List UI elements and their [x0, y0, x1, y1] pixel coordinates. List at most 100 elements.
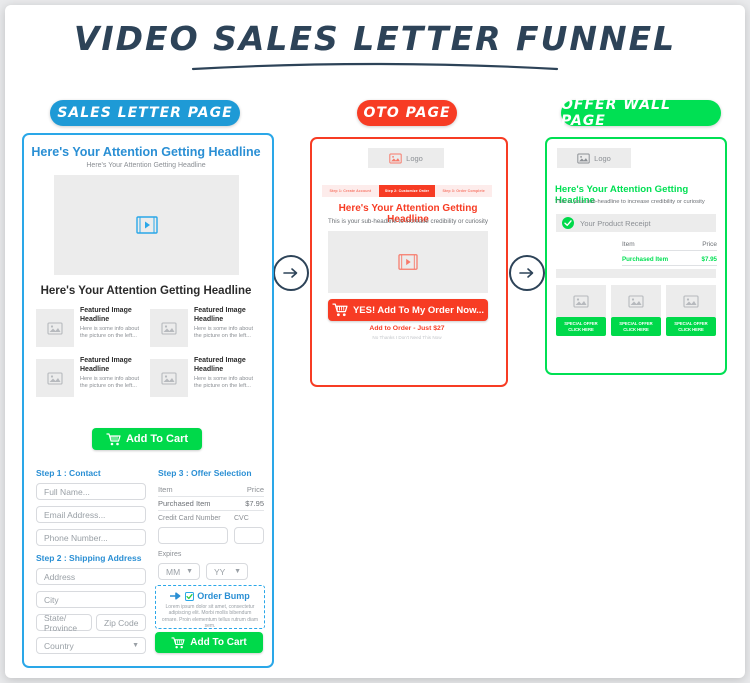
- arrow-right-icon: [273, 255, 309, 291]
- arrow-right-icon: [170, 592, 182, 600]
- oto-sub-headline: This is your sub-headline to increase cr…: [328, 218, 488, 225]
- oto-decline-link[interactable]: No Thanks I Don't Need This Now: [312, 335, 502, 340]
- offer-item-price: $7.95: [245, 499, 264, 508]
- offer-table-row: Purchased Item $7.95: [158, 497, 264, 511]
- oto-cta-label: YES! Add To My Order Now...: [352, 304, 485, 316]
- expiry-year-value: YY: [214, 566, 226, 577]
- wall-table-header: Item Price: [622, 238, 717, 251]
- page-title: VIDEO SALES LETTER FUNNEL: [73, 19, 677, 58]
- add-to-cart-button-bottom[interactable]: Add To Cart: [155, 632, 263, 653]
- sales-headline: Here's Your Attention Getting Headline: [31, 145, 261, 159]
- add-to-cart-label: Add To Cart: [190, 637, 247, 648]
- featured-desc: Here is some info about the picture on t…: [194, 326, 254, 339]
- wall-table-row: Purchased Item $7.95: [622, 253, 717, 266]
- order-bump-box[interactable]: Order Bump Lorem ipsum dolor sit amet, c…: [155, 585, 265, 629]
- featured-title: Featured Image Headline: [194, 307, 246, 323]
- sales-letter-page-panel: Here's Your Attention Getting Headline H…: [22, 133, 274, 668]
- wall-logo: Logo: [557, 148, 631, 168]
- cvc-input[interactable]: [234, 527, 264, 544]
- special-offer-button[interactable]: SPECIAL OFFER CLICK HERE: [611, 317, 661, 336]
- state-input[interactable]: State/ Province: [36, 613, 92, 633]
- image-placeholder-icon: [611, 285, 661, 317]
- image-placeholder-icon: [36, 359, 74, 397]
- arrow-right-icon: [509, 255, 545, 291]
- full-name-input[interactable]: Full Name...: [36, 483, 146, 500]
- special-offer-button[interactable]: SPECIAL OFFER CLICK HERE: [556, 317, 606, 336]
- oto-page-panel: Logo Step 1: Create Account Step 2: Cust…: [310, 137, 508, 387]
- special-offer-line2: CLICK HERE: [623, 326, 649, 332]
- credit-card-label: Credit Card Number: [158, 515, 221, 522]
- credit-card-input[interactable]: [158, 527, 228, 544]
- expiry-year-select[interactable]: YY ▼: [206, 563, 248, 580]
- shopping-cart-icon: [171, 636, 185, 648]
- expiry-month-select[interactable]: MM ▼: [158, 563, 200, 580]
- special-offer-button[interactable]: SPECIAL OFFER CLICK HERE: [666, 317, 716, 336]
- image-placeholder-icon: [150, 309, 188, 347]
- address-input[interactable]: Address: [36, 568, 146, 585]
- offer-card: SPECIAL OFFER CLICK HERE: [611, 285, 661, 336]
- order-bump-title: Order Bump: [197, 591, 250, 601]
- chevron-down-icon: ▼: [234, 568, 241, 575]
- email-input[interactable]: Email Address...: [36, 506, 146, 523]
- offer-col-item: Item: [158, 485, 173, 494]
- wall-divider-bar: [556, 269, 716, 278]
- check-circle-icon: [562, 217, 574, 229]
- offer-col-price: Price: [246, 485, 264, 494]
- featured-desc: Here is some info about the picture on t…: [80, 326, 140, 339]
- oto-logo-label: Logo: [406, 153, 423, 163]
- add-to-cart-label: Add To Cart: [125, 433, 189, 445]
- offer-card: SPECIAL OFFER CLICK HERE: [666, 285, 716, 336]
- badge-offer-wall-page: OFFER WALL PAGE: [561, 97, 721, 129]
- checkbox-checked-icon[interactable]: [185, 591, 195, 601]
- country-select-value: Country: [44, 640, 74, 651]
- offer-table-header: Item Price: [158, 483, 264, 497]
- wall-sub-headline: This is your sub-headline to increase cr…: [555, 199, 705, 205]
- zip-input[interactable]: Zip Code: [96, 614, 146, 631]
- wall-item-price: $7.95: [701, 255, 717, 263]
- step1-title: Step 1 : Contact: [36, 468, 101, 478]
- offer-card: SPECIAL OFFER CLICK HERE: [556, 285, 606, 336]
- video-player-icon: [135, 216, 158, 234]
- add-to-cart-button[interactable]: Add To Cart: [92, 428, 202, 450]
- oto-video-placeholder[interactable]: [328, 231, 488, 293]
- featured-item: Featured Image Headline Here is some inf…: [36, 307, 146, 349]
- featured-desc: Here is some info about the picture on t…: [80, 376, 140, 389]
- cvc-label: CVC: [234, 515, 249, 522]
- city-input[interactable]: City: [36, 591, 146, 608]
- oto-logo: Logo: [368, 148, 444, 168]
- image-placeholder-icon: [556, 285, 606, 317]
- oto-step-2[interactable]: Step 2: Customize Order: [378, 185, 436, 197]
- sales-section-headline: Here's Your Attention Getting Headline: [40, 285, 252, 297]
- oto-step-1[interactable]: Step 1: Create Account: [322, 185, 379, 197]
- wall-col-price: Price: [702, 240, 717, 248]
- image-placeholder-icon: [150, 359, 188, 397]
- image-placeholder-icon: [577, 153, 590, 163]
- wall-receipt-bar: Your Product Receipt: [556, 214, 716, 232]
- shopping-cart-icon: [106, 432, 121, 445]
- featured-item: Featured Image Headline Here is some inf…: [150, 307, 260, 349]
- chevron-down-icon: ▼: [132, 642, 139, 649]
- image-placeholder-icon: [389, 153, 402, 163]
- featured-title: Featured Image Headline: [80, 357, 132, 373]
- sales-video-placeholder[interactable]: [54, 175, 239, 275]
- badge-oto-page: OTO PAGE: [357, 100, 457, 126]
- sales-sub-headline: Here's Your Attention Getting Headline: [86, 162, 206, 169]
- phone-input[interactable]: Phone Number...: [36, 529, 146, 546]
- chevron-down-icon: ▼: [186, 568, 193, 575]
- funnel-diagram-canvas: VIDEO SALES LETTER FUNNEL SALES LETTER P…: [5, 5, 745, 678]
- offer-item-name: Purchased Item: [158, 499, 211, 508]
- shopping-cart-icon: [332, 303, 348, 317]
- wall-item-name: Purchased Item: [622, 255, 669, 263]
- image-placeholder-icon: [36, 309, 74, 347]
- order-bump-text: Lorem ipsum dolor sit amet, consectetur …: [161, 604, 259, 630]
- title-underline-decoration: [191, 61, 559, 71]
- step2-title: Step 2 : Shipping Address: [36, 553, 142, 563]
- oto-cta-button[interactable]: YES! Add To My Order Now...: [328, 299, 488, 321]
- wall-logo-label: Logo: [594, 153, 611, 163]
- oto-step-3[interactable]: Step 3: Order Complete: [435, 185, 493, 197]
- video-player-icon: [398, 254, 418, 270]
- expiry-month-value: MM: [166, 566, 181, 577]
- image-placeholder-icon: [666, 285, 716, 317]
- country-select[interactable]: Country ▼: [36, 637, 146, 654]
- featured-item: Featured Image Headline Here is some inf…: [36, 357, 146, 399]
